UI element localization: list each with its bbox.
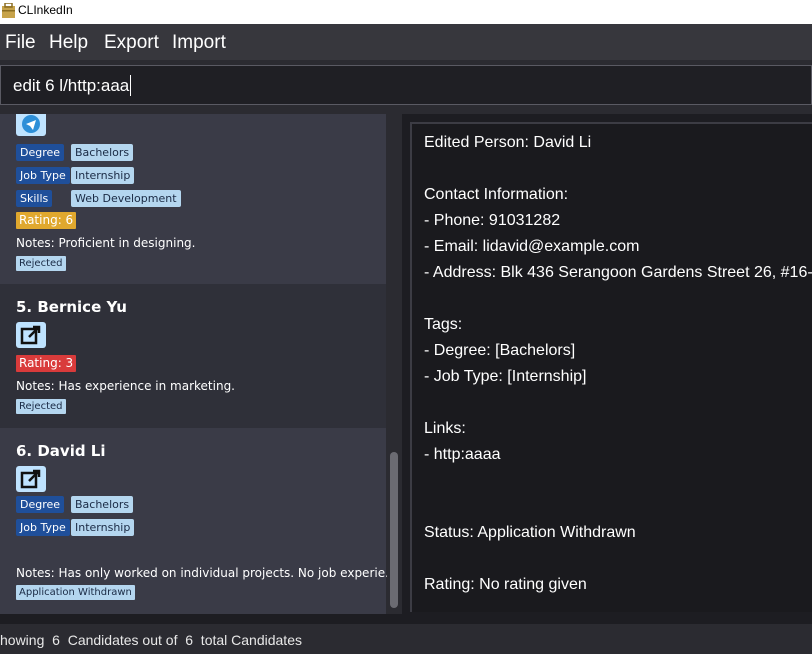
external-link-icon[interactable] xyxy=(16,466,46,492)
person-card-4[interactable]: Degree Bachelors Job Type Internship Ski… xyxy=(0,114,386,284)
menu-import[interactable]: Import xyxy=(172,32,226,54)
status-badge: Application Withdrawn xyxy=(16,585,135,600)
result-display-panel: Edited Person: David Li Contact Informat… xyxy=(410,122,812,612)
status-bar: howing 6 Candidates out of 6 total Candi… xyxy=(0,624,812,654)
tag-value-degree: Bachelors xyxy=(71,144,134,161)
contact-heading: Contact Information: xyxy=(424,186,569,203)
command-area: edit 6 l/http:aaa xyxy=(0,60,812,114)
person-name: 6. David Li xyxy=(16,442,106,460)
menu-export[interactable]: Export xyxy=(104,32,159,54)
notes-text: Notes: Has experience in marketing. xyxy=(16,379,235,393)
notes-text: Notes: Has only worked on individual pro… xyxy=(16,566,397,580)
link-line: - http:aaaa xyxy=(424,446,501,463)
status-bar-text: howing 6 Candidates out of 6 total Candi… xyxy=(0,632,302,648)
rating-badge: Rating: 3 xyxy=(16,355,77,372)
tags-heading: Tags: xyxy=(424,316,463,333)
menu-file[interactable]: File xyxy=(5,32,36,54)
person-name: 5. Bernice Yu xyxy=(16,298,127,316)
notes-text: Notes: Proficient in designing. xyxy=(16,236,196,250)
command-input-text[interactable]: edit 6 l/http:aaa xyxy=(13,76,129,96)
tag-degree-line: - Degree: [Bachelors] xyxy=(424,342,576,359)
command-input[interactable]: edit 6 l/http:aaa xyxy=(0,65,812,105)
person-list-panel[interactable]: Degree Bachelors Job Type Internship Ski… xyxy=(0,114,402,614)
rating-badge: Rating: 6 xyxy=(16,212,77,229)
text-caret xyxy=(130,75,131,96)
phone-line: - Phone: 91031282 xyxy=(424,212,561,229)
address-line: - Address: Blk 436 Serangoon Gardens Str… xyxy=(424,264,812,281)
tag-key-jobtype: Job Type xyxy=(16,167,70,184)
telegram-icon[interactable] xyxy=(16,114,46,136)
list-scrollbar-thumb[interactable] xyxy=(390,452,398,608)
status-badge: Rejected xyxy=(16,399,66,414)
person-card-6[interactable]: 6. David Li Degree Bachelors Job Type In… xyxy=(0,428,397,614)
email-line: - Email: lidavid@example.com xyxy=(424,238,640,255)
window-title: CLInkedIn xyxy=(18,3,73,17)
tag-jobtype-line: - Job Type: [Internship] xyxy=(424,368,587,385)
rating-line: Rating: No rating given xyxy=(424,576,587,593)
tag-value-jobtype: Internship xyxy=(71,167,135,184)
menu-help[interactable]: Help xyxy=(49,32,88,54)
window-titlebar: CLInkedIn xyxy=(0,0,812,24)
status-badge: Rejected xyxy=(16,256,66,271)
menu-bar: File Help Export Import xyxy=(0,24,812,60)
tag-key-degree: Degree xyxy=(16,496,65,513)
tag-key-skills: Skills xyxy=(16,190,53,207)
edited-person-line: Edited Person: David Li xyxy=(424,134,592,151)
tag-value-jobtype: Internship xyxy=(71,519,135,536)
tag-value-degree: Bachelors xyxy=(71,496,134,513)
tag-key-degree: Degree xyxy=(16,144,65,161)
external-link-icon[interactable] xyxy=(16,322,46,348)
status-line: Status: Application Withdrawn xyxy=(424,524,636,541)
app-icon xyxy=(2,3,15,18)
tag-value-skills: Web Development xyxy=(71,190,181,207)
links-heading: Links: xyxy=(424,420,466,437)
tag-key-jobtype: Job Type xyxy=(16,519,70,536)
person-card-5[interactable]: 5. Bernice Yu Rating: 3 Notes: Has exper… xyxy=(0,284,386,428)
